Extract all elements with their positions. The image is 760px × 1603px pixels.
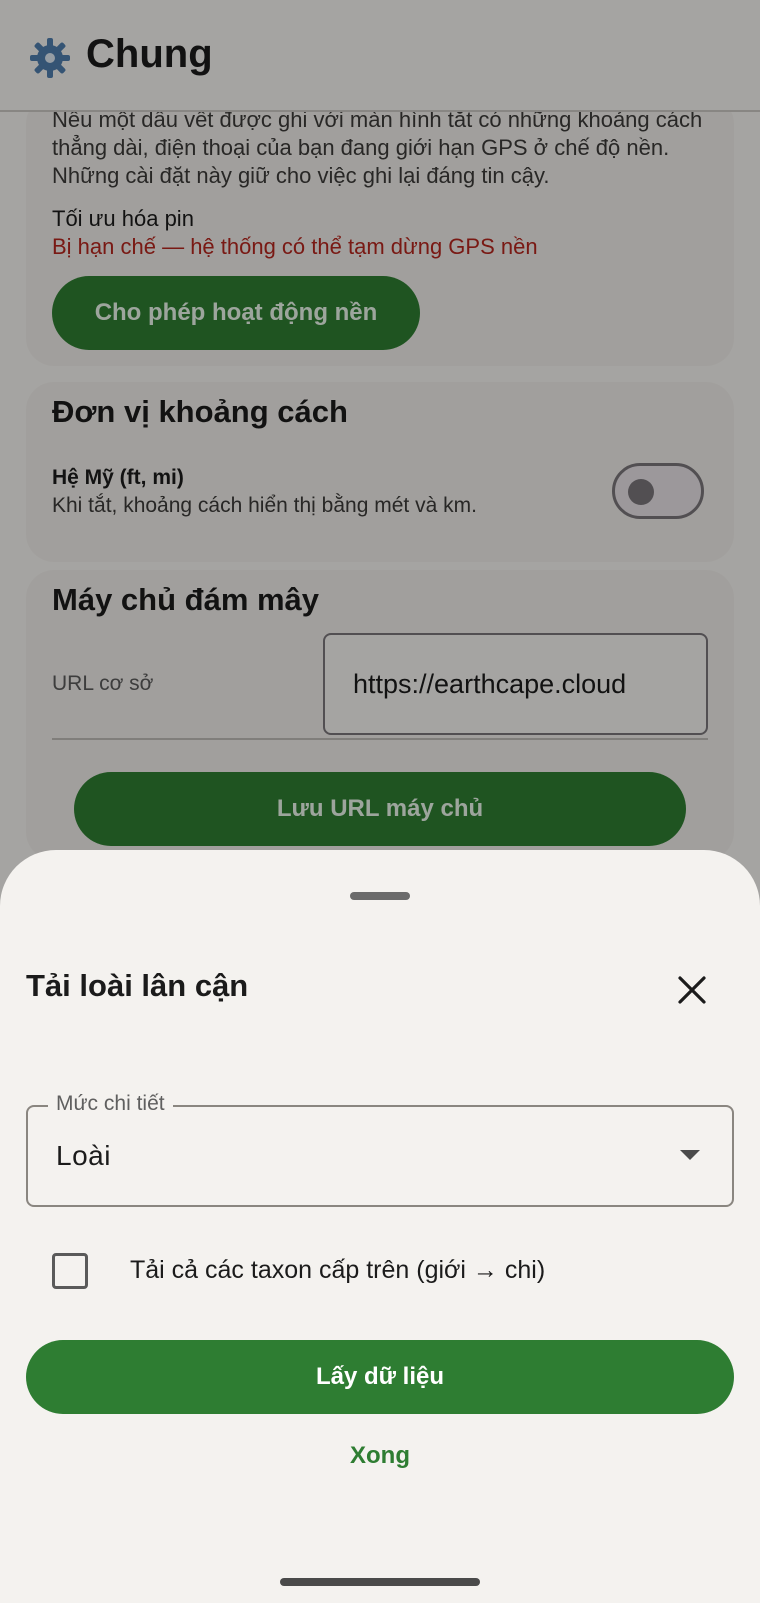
detail-level-value: Loài xyxy=(56,1140,111,1171)
gesture-nav-bar[interactable] xyxy=(280,1578,480,1586)
close-icon[interactable] xyxy=(672,970,712,1010)
done-button[interactable]: Xong xyxy=(0,1442,760,1470)
detail-level-select[interactable] xyxy=(26,1105,734,1207)
drag-handle[interactable] xyxy=(350,892,410,900)
include-higher-taxa-checkbox[interactable] xyxy=(52,1253,88,1289)
dropdown-arrow-icon xyxy=(680,1150,700,1160)
include-higher-taxa-label: Tải cả các taxon cấp trên (giới → chi) xyxy=(130,1256,546,1284)
detail-level-label: Mức chi tiết xyxy=(48,1092,173,1116)
sheet-title: Tải loài lân cận xyxy=(26,968,249,1003)
nearby-species-bottom-sheet: Tải loài lân cận Mức chi tiết Loài Tải c… xyxy=(0,850,760,1603)
fetch-data-button[interactable]: Lấy dữ liệu xyxy=(26,1340,734,1414)
